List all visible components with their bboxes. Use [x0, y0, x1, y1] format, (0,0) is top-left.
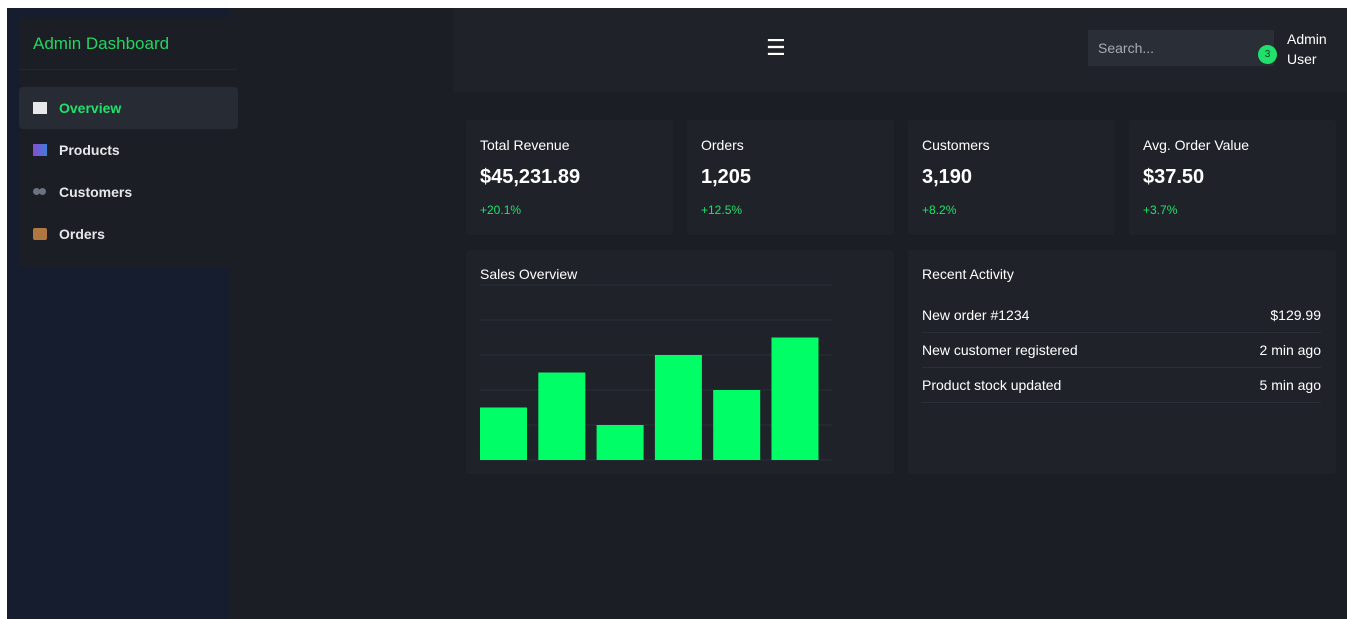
cropped-heading-fragment	[258, 0, 348, 7]
browser-top-strip	[0, 0, 1347, 8]
stat-delta: +3.7%	[1143, 203, 1178, 217]
sales-overview-card: Sales Overview	[466, 250, 894, 474]
activity-meta: 2 min ago	[1259, 342, 1321, 358]
stat-value: 1,205	[701, 166, 752, 188]
chart-bar[interactable]	[480, 407, 527, 461]
app-root: Admin Dashboard Overview Products Custom…	[7, 8, 1347, 619]
menu-toggle-icon[interactable]: ☰	[766, 34, 786, 62]
chart-bar[interactable]	[713, 390, 761, 460]
stat-label: Orders	[701, 137, 744, 153]
stat-delta: +12.5%	[701, 203, 743, 217]
sales-bar-chart	[480, 284, 832, 461]
activity-list: New order #1234 $129.99 New customer reg…	[922, 298, 1321, 403]
sidebar-item-orders[interactable]: Orders	[19, 213, 238, 255]
activity-row[interactable]: New customer registered 2 min ago	[922, 333, 1321, 368]
sidebar-item-customers[interactable]: Customers	[19, 171, 238, 213]
user-menu[interactable]: Admin User	[1287, 29, 1347, 69]
activity-text: Product stock updated	[922, 377, 1062, 393]
activity-text: New order #1234	[922, 307, 1030, 323]
sidebar-item-label: Products	[59, 142, 120, 158]
search-input[interactable]	[1088, 30, 1274, 66]
stat-card-customers: Customers 3,190 +8.2%	[908, 120, 1115, 235]
stat-value: $37.50	[1143, 166, 1205, 188]
stat-delta: +8.2%	[922, 203, 957, 217]
stat-value: 3,190	[922, 166, 973, 188]
activity-text: New customer registered	[922, 342, 1078, 358]
activity-row[interactable]: New order #1234 $129.99	[922, 298, 1321, 333]
chart-bar[interactable]	[596, 425, 644, 460]
brand-title[interactable]: Admin Dashboard	[19, 18, 238, 70]
stat-label: Avg. Order Value	[1143, 137, 1250, 153]
stat-card-orders: Orders 1,205 +12.5%	[687, 120, 894, 235]
stat-value: $45,231.89	[480, 166, 581, 188]
user-name-line2: User	[1287, 51, 1317, 67]
sidebar: Admin Dashboard Overview Products Custom…	[19, 18, 238, 268]
notification-badge[interactable]: 3	[1258, 45, 1277, 64]
sidebar-item-products[interactable]: Products	[19, 129, 238, 171]
user-name-line1: Admin	[1287, 31, 1327, 47]
box-icon	[33, 144, 47, 156]
top-header: ☰ 3 Admin User	[453, 8, 1347, 92]
activity-title: Recent Activity	[922, 266, 1014, 282]
chart-bar[interactable]	[771, 337, 819, 461]
stat-delta: +20.1%	[480, 203, 522, 217]
content-gutter	[229, 8, 453, 619]
stat-label: Total Revenue	[480, 137, 570, 153]
activity-meta: $129.99	[1270, 307, 1321, 323]
sidebar-item-label: Overview	[59, 100, 122, 116]
stat-card-avg-order: Avg. Order Value $37.50 +3.7%	[1129, 120, 1336, 235]
activity-row[interactable]: Product stock updated 5 min ago	[922, 368, 1321, 403]
sidebar-item-label: Orders	[59, 226, 105, 242]
sidebar-item-label: Customers	[59, 184, 133, 200]
activity-meta: 5 min ago	[1259, 377, 1321, 393]
users-icon	[33, 186, 47, 198]
stat-card-revenue: Total Revenue $45,231.89 +20.1%	[466, 120, 673, 235]
chart-bar[interactable]	[538, 372, 586, 461]
bar-chart-icon	[33, 102, 47, 114]
stat-label: Customers	[922, 137, 990, 153]
sidebar-nav: Overview Products Customers Orders	[19, 70, 238, 255]
chart-bar[interactable]	[654, 355, 702, 460]
recent-activity-card: Recent Activity New order #1234 $129.99 …	[908, 250, 1336, 474]
sidebar-item-overview[interactable]: Overview	[19, 87, 238, 129]
package-icon	[33, 228, 47, 240]
